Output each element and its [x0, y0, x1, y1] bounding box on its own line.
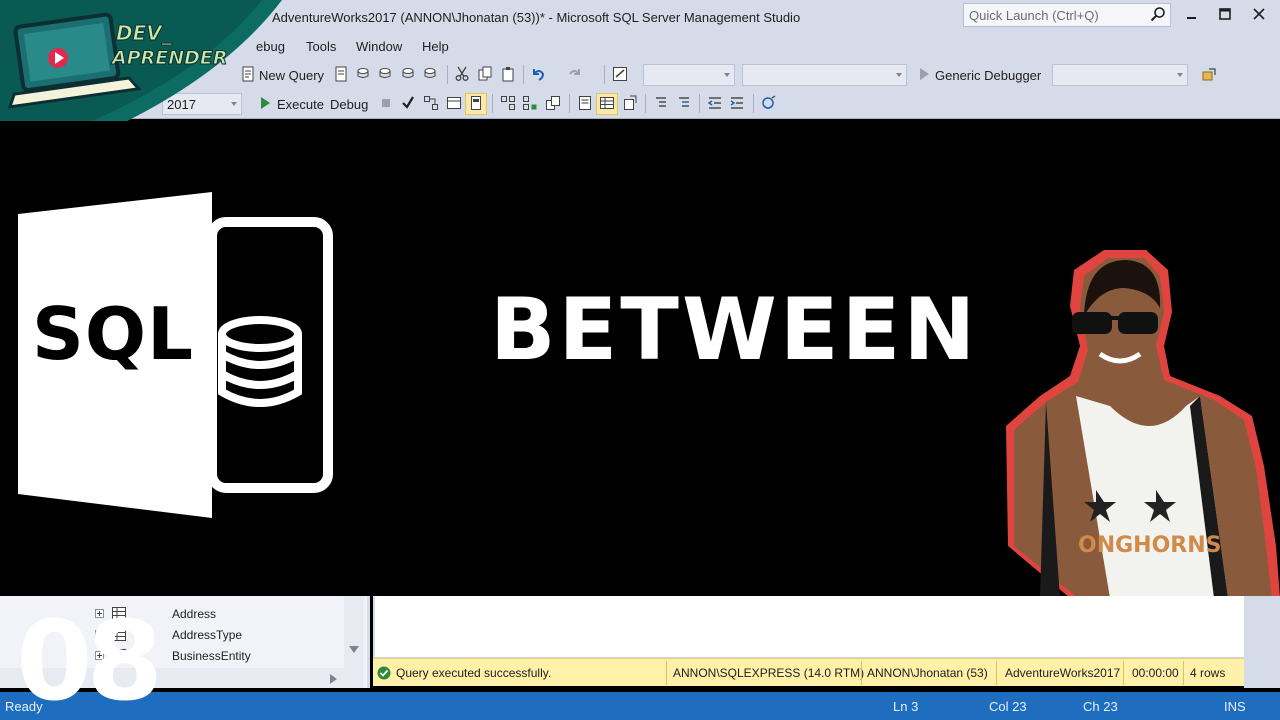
redo-icon[interactable] [567, 66, 583, 82]
mdx-query-icon[interactable] [355, 66, 371, 82]
status-separator [1183, 661, 1184, 685]
episode-number: 08 [16, 597, 163, 720]
live-statistics-icon[interactable] [522, 95, 538, 111]
cut-icon[interactable] [454, 66, 470, 82]
search-icon[interactable] [1150, 6, 1166, 22]
menu-help[interactable]: Help [422, 39, 449, 54]
parse-checkmark-icon[interactable] [400, 95, 416, 111]
tree-item-label: BusinessEntity [172, 649, 251, 663]
success-check-icon [377, 666, 391, 680]
server-name: ANNON\SQLEXPRESS (14.0 RTM) [673, 666, 865, 680]
uncomment-lines-icon[interactable] [676, 95, 692, 111]
comment-lines-icon[interactable] [653, 95, 669, 111]
quick-launch-placeholder: Quick Launch (Ctrl+Q) [969, 8, 1099, 23]
video-title: BETWEEN [490, 280, 979, 380]
copy-icon[interactable] [477, 66, 493, 82]
specify-template-values-icon[interactable] [761, 95, 777, 111]
undo-icon[interactable] [530, 66, 546, 82]
intellisense-icon[interactable] [468, 95, 484, 111]
tree-item-label: AddressType [172, 628, 243, 642]
solution-platform-combo[interactable] [742, 64, 907, 86]
increase-indent-icon[interactable] [729, 95, 745, 111]
debugger-icon [920, 68, 929, 80]
toolbar-separator [569, 94, 570, 113]
row-count: 4 rows [1190, 666, 1226, 680]
display-plan-icon[interactable] [423, 95, 439, 111]
query-status-bar: Query executed successfully. ANNON\SQLEX… [373, 658, 1244, 686]
ssms-window: AdventureWorks2017 (ANNON\Jhonatan (53))… [0, 0, 1280, 720]
user-name: ANNON\Jhonatan (53) [867, 666, 988, 680]
generic-debugger-dropdown[interactable]: Generic Debugger [935, 68, 1041, 83]
toolbar-separator [523, 65, 524, 84]
status-separator [666, 661, 667, 685]
stop-icon [382, 99, 390, 107]
toolbar-separator [604, 65, 605, 84]
xmla-query-icon[interactable] [400, 66, 416, 82]
char-number: Ch 23 [1083, 699, 1118, 714]
status-separator [996, 661, 997, 685]
channel-logo-line1: DEV_ [116, 21, 173, 45]
status-separator [1123, 661, 1124, 685]
presenter-photo: ONGHORNS [1006, 250, 1280, 598]
results-pane-gutter [1244, 596, 1280, 688]
decrease-indent-icon[interactable] [707, 95, 723, 111]
toolbar-options-icon[interactable] [1201, 66, 1217, 82]
toolbar-separator [699, 94, 700, 113]
toolbar-separator [447, 65, 448, 84]
window-title: AdventureWorks2017 (ANNON\Jhonatan (53))… [272, 10, 801, 25]
client-statistics-icon[interactable] [545, 95, 561, 111]
activity-monitor-icon[interactable] [612, 66, 628, 82]
results-to-file-icon[interactable] [622, 95, 638, 111]
execute-button[interactable]: Execute [277, 97, 324, 112]
scroll-down-icon[interactable] [349, 646, 359, 654]
toolbar-separator [753, 94, 754, 113]
database-icon [218, 316, 302, 407]
debug-target-combo[interactable] [1052, 64, 1188, 86]
vertical-scrollbar[interactable] [344, 596, 364, 668]
menu-window[interactable]: Window [356, 39, 402, 54]
play-icon [48, 48, 68, 68]
results-to-grid-icon[interactable] [599, 95, 615, 111]
paste-icon[interactable] [500, 66, 516, 82]
maximize-icon[interactable] [1214, 5, 1236, 25]
status-separator [861, 661, 862, 685]
query-options-icon[interactable] [446, 95, 462, 111]
debug-button[interactable]: Debug [330, 97, 368, 112]
elapsed-time: 00:00:00 [1132, 666, 1179, 680]
query-file-icon[interactable] [333, 66, 349, 82]
toolbar-separator [492, 94, 493, 113]
dax-query-icon[interactable] [422, 66, 438, 82]
shirt-print: ONGHORNS [1078, 533, 1221, 558]
results-pane[interactable] [373, 596, 1244, 658]
solution-config-combo[interactable] [643, 64, 735, 86]
database-name: AdventureWorks2017 [1005, 666, 1121, 680]
column-number: Col 23 [989, 699, 1027, 714]
dmx-query-icon[interactable] [377, 66, 393, 82]
channel-logo-line2: APRENDER [110, 47, 228, 69]
results-to-text-icon[interactable] [577, 95, 593, 111]
toolbar-separator [645, 94, 646, 113]
scroll-right-icon[interactable] [330, 674, 338, 684]
tree-item-label: Address [172, 607, 217, 621]
insert-mode: INS [1224, 699, 1246, 714]
menu-tools[interactable]: Tools [306, 39, 336, 54]
status-bar: Ready Ln 3 Col 23 Ch 23 INS [0, 692, 1280, 720]
actual-plan-icon[interactable] [500, 95, 516, 111]
line-number: Ln 3 [893, 699, 919, 714]
minimize-icon[interactable] [1181, 5, 1203, 25]
query-status-message: Query executed successfully. [396, 666, 552, 680]
sql-label: SQL [32, 292, 194, 376]
quick-launch-input[interactable]: Quick Launch (Ctrl+Q) [963, 3, 1171, 27]
close-icon[interactable] [1248, 5, 1270, 25]
